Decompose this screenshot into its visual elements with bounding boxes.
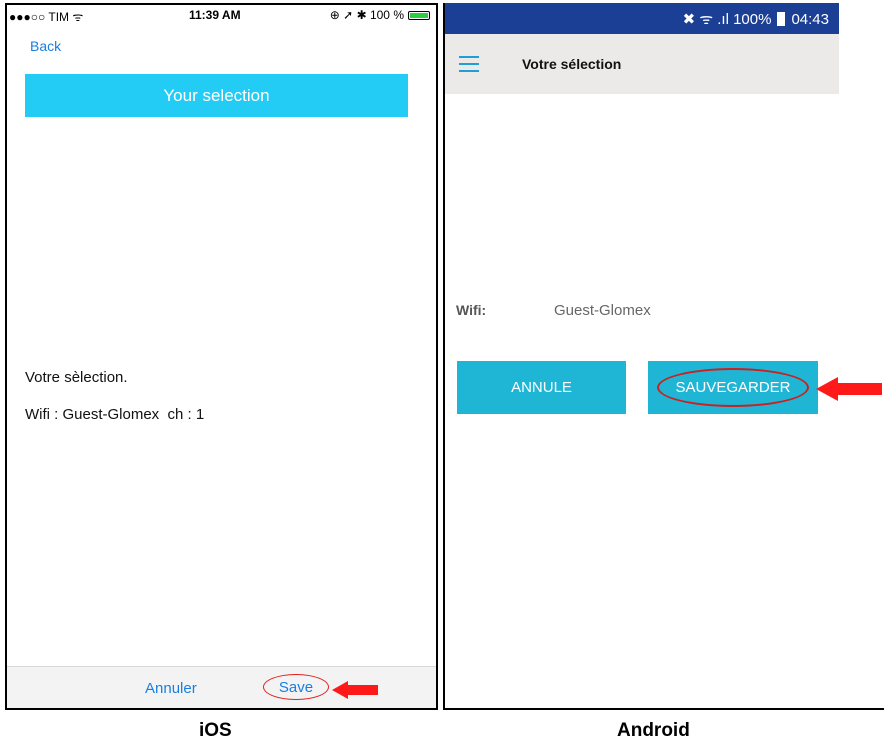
selection-title-text: Votre sèlection.	[25, 369, 128, 386]
ios-screen: ●●●○○ TIM ᯤ 11:39 AM ⊕ ➚ ✱ 100 % Back Yo…	[5, 3, 438, 710]
status-time: 11:39 AM	[189, 8, 241, 22]
status-indicators: ⊕ ➚ ✱ 100 %	[330, 8, 430, 22]
battery-icon	[408, 10, 430, 20]
android-status-bar: ✖ ᯤ .ıl 100% 04:43	[445, 3, 839, 34]
status-indicator-text: ✖ ᯤ .ıl 100%	[682, 11, 772, 28]
android-app-bar: Votre sélection	[445, 34, 839, 94]
wifi-label: Wifi:	[456, 302, 487, 318]
wifi-info-text: Wifi : Guest-Glomex ch : 1	[25, 406, 205, 423]
android-screen: ✖ ᯤ .ıl 100% 04:43 Votre sélection Wifi:…	[443, 3, 884, 710]
selection-header: Your selection	[25, 74, 408, 117]
caption-ios: iOS	[199, 720, 232, 741]
cancel-button[interactable]: ANNULE	[457, 361, 626, 414]
carrier-signal: ●●●○○ TIM ᯤ	[9, 10, 84, 24]
ios-status-bar: ●●●○○ TIM ᯤ 11:39 AM ⊕ ➚ ✱ 100 %	[7, 5, 436, 25]
wifi-value: Guest-Glomex	[554, 302, 651, 319]
save-button[interactable]: SAUVEGARDER	[648, 361, 818, 414]
page-title: Votre sélection	[522, 56, 622, 72]
menu-icon[interactable]	[459, 56, 479, 72]
back-button[interactable]: Back	[30, 38, 61, 54]
status-time: 04:43	[791, 10, 829, 28]
battery-icon	[777, 12, 786, 26]
caption-android: Android	[617, 720, 690, 741]
cancel-button[interactable]: Annuler	[145, 680, 197, 697]
arrow-left-icon	[816, 377, 882, 401]
arrow-left-icon	[332, 681, 378, 699]
status-indicator-text: ⊕ ➚ ✱ 100 %	[329, 8, 404, 22]
save-button[interactable]: Save	[263, 674, 329, 700]
